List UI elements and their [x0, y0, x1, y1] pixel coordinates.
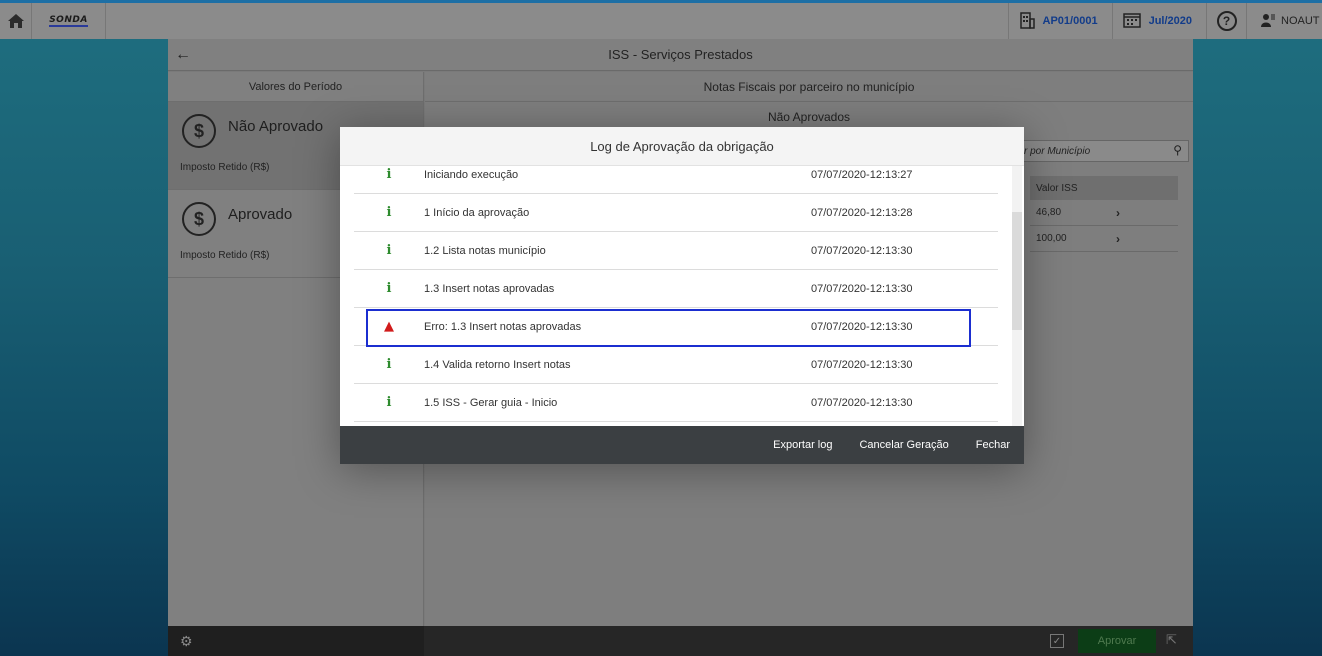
user-icon [1261, 13, 1275, 30]
page-title: ISS - Serviços Prestados [608, 47, 753, 62]
column-header: Valor ISS [1030, 176, 1178, 200]
info-icon: i [386, 167, 392, 182]
card-subtitle: Imposto Retido (R$) [180, 250, 270, 261]
log-row: i 1.5 ISS - Gerar guia - Inicio 07/07/20… [354, 384, 998, 422]
log-message: 1.3 Insert notas aprovadas [424, 282, 555, 295]
company-selector[interactable]: AP01/0001 [1007, 3, 1112, 39]
user-menu[interactable]: NOAUT [1246, 3, 1322, 39]
building-icon [1019, 11, 1035, 32]
log-timestamp: 07/07/2020-12:13:28 [811, 206, 913, 219]
company-code: AP01/0001 [1042, 15, 1098, 27]
top-bar: SONDA AP01/0001 Jul/2020 ? NOAUT [0, 0, 1322, 39]
share-icon[interactable]: ⇱ [1166, 632, 1177, 648]
log-list-container[interactable]: i Iniciando execução 07/07/2020-12:13:27… [340, 166, 1024, 426]
logo-text: SONDA [49, 15, 88, 27]
user-name: NOAUT [1281, 15, 1320, 27]
table-row[interactable]: 100,00 › [1030, 226, 1178, 252]
calendar-icon [1122, 12, 1141, 31]
iss-value-table: Valor ISS 46,80 › 100,00 › [1030, 176, 1178, 252]
log-timestamp: 07/07/2020-12:13:30 [811, 244, 913, 257]
table-row[interactable]: 46,80 › [1030, 200, 1178, 226]
card-label: Aprovado [228, 206, 293, 223]
gear-icon[interactable]: ⚙ [180, 633, 193, 650]
scrollbar-thumb[interactable] [1012, 212, 1022, 330]
sonda-logo: SONDA [32, 3, 106, 39]
settings-area: ⚙ [168, 626, 424, 656]
period-selector[interactable]: Jul/2020 [1111, 3, 1206, 39]
log-row: i 1 Início da aprovação 07/07/2020-12:13… [354, 194, 998, 232]
log-timestamp: 07/07/2020-12:13:30 [811, 358, 913, 371]
invoices-header: Notas Fiscais por parceiro no município [425, 72, 1193, 102]
scrollbar[interactable] [1012, 166, 1022, 426]
panel-footer: ⚙ ✓ Aprovar ⇱ [168, 626, 1193, 656]
log-timestamp: 07/07/2020-12:13:30 [811, 396, 913, 409]
help-button[interactable]: ? [1206, 3, 1246, 39]
log-timestamp: 07/07/2020-12:13:30 [811, 282, 913, 295]
log-row: i 1.2 Lista notas município 07/07/2020-1… [354, 232, 998, 270]
municipality-filter-input[interactable]: r por Município ⚲ [1017, 140, 1189, 162]
select-all-checkbox[interactable]: ✓ [1050, 634, 1064, 648]
log-row-error: ▲ Erro: 1.3 Insert notas aprovadas 07/07… [354, 308, 998, 347]
table-cell: 100,00 [1036, 233, 1067, 244]
log-timestamp: 07/07/2020-12:13:27 [811, 168, 913, 181]
search-icon[interactable]: ⚲ [1173, 143, 1182, 157]
log-list: i Iniciando execução 07/07/2020-12:13:27… [354, 166, 998, 422]
log-message: Erro: 1.3 Insert notas aprovadas [424, 320, 582, 333]
log-timestamp: 07/07/2020-12:13:30 [811, 320, 913, 333]
log-row: i 1.4 Valida retorno Insert notas 07/07/… [354, 346, 998, 384]
dialog-title: Log de Aprovação da obrigação [340, 127, 1024, 166]
log-message: Iniciando execução [424, 168, 519, 181]
info-icon: i [386, 395, 392, 410]
cancel-generation-button[interactable]: Cancelar Geração [859, 439, 948, 451]
dialog-footer: Exportar log Cancelar Geração Fechar [340, 426, 1024, 464]
log-message: 1.5 ISS - Gerar guia - Inicio [424, 396, 558, 409]
panel-header: ← ISS - Serviços Prestados [168, 39, 1193, 71]
table-cell: 46,80 [1036, 207, 1062, 218]
log-row: i Iniciando execução 07/07/2020-12:13:27 [354, 166, 998, 194]
chevron-right-icon[interactable]: › [1116, 206, 1120, 220]
approve-button[interactable]: Aprovar [1078, 629, 1156, 653]
log-message: 1.2 Lista notas município [424, 244, 546, 257]
log-message: 1.4 Valida retorno Insert notas [424, 358, 571, 371]
card-label: Não Aprovado [228, 118, 324, 135]
back-arrow-icon[interactable]: ← [168, 46, 198, 64]
approval-log-dialog: Log de Aprovação da obrigação i Iniciand… [340, 127, 1024, 464]
home-icon[interactable] [0, 3, 32, 39]
info-icon: i [386, 243, 392, 258]
log-message: 1 Início da aprovação [424, 206, 530, 219]
filter-placeholder: r por Município [1024, 145, 1091, 157]
export-log-button[interactable]: Exportar log [773, 439, 832, 451]
help-icon: ? [1216, 11, 1237, 31]
info-icon: i [386, 205, 392, 220]
log-row: i 1.3 Insert notas aprovadas 07/07/2020-… [354, 270, 998, 308]
card-subtitle: Imposto Retido (R$) [180, 162, 270, 173]
period-value: Jul/2020 [1148, 15, 1192, 27]
close-button[interactable]: Fechar [976, 439, 1010, 451]
chevron-right-icon[interactable]: › [1116, 232, 1120, 246]
info-icon: i [386, 357, 392, 372]
dollar-icon: $ [182, 114, 216, 148]
period-values-header: Valores do Período [168, 72, 423, 102]
info-icon: i [386, 281, 392, 296]
dollar-check-icon: $ [182, 202, 216, 236]
warning-icon: ▲ [384, 319, 394, 334]
